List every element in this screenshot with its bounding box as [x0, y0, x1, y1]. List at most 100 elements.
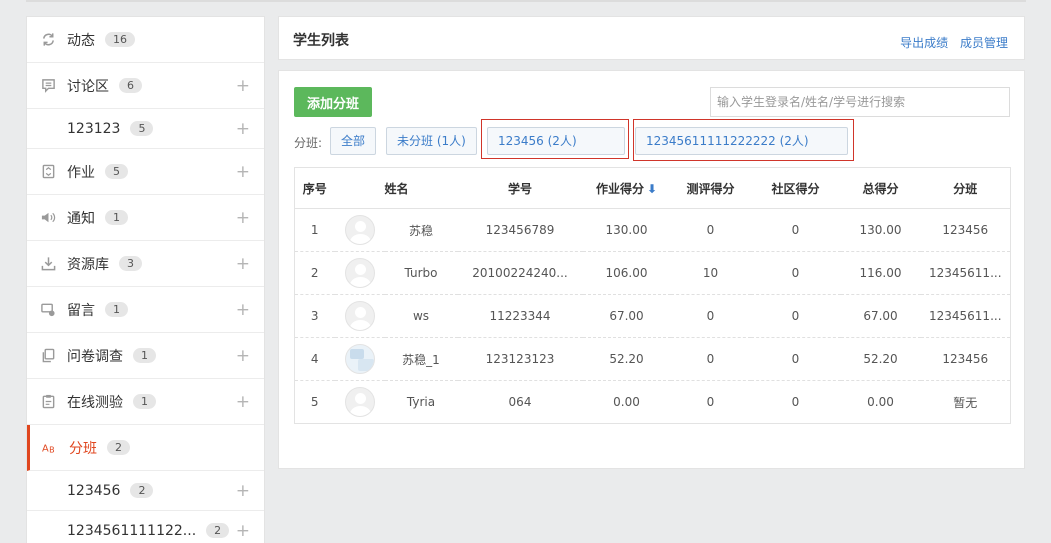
- cell-avatar: [335, 381, 385, 424]
- plus-icon[interactable]: +: [236, 482, 250, 500]
- sidebar-item-survey[interactable]: 问卷调查 1 +: [27, 333, 264, 379]
- cell-community: 0: [750, 337, 841, 381]
- cell-homework: 106.00: [582, 251, 671, 295]
- homework-icon: [40, 164, 56, 180]
- class-filter-unassigned[interactable]: 未分班 (1人): [386, 127, 477, 155]
- cell-total: 52.20: [840, 337, 921, 381]
- highlight-box: [633, 119, 854, 161]
- col-header-avatar: [334, 167, 385, 209]
- count-badge: 5: [130, 121, 154, 136]
- sidebar-item-activity[interactable]: 动态 16: [27, 17, 264, 63]
- member-management-link[interactable]: 成员管理: [960, 36, 1008, 50]
- col-header-eval: 测评得分: [670, 167, 751, 209]
- student-list-panel: 添加分班 分班: 全部 未分班 (1人) 123456 (2人) 1234561…: [278, 70, 1025, 469]
- sidebar-item-label: 作业: [67, 164, 95, 181]
- cell-community: 0: [791, 395, 800, 409]
- sidebar-item-homework[interactable]: 作业 5 +: [27, 149, 264, 195]
- cell-name: ws: [384, 294, 458, 338]
- plus-icon[interactable]: +: [236, 255, 250, 273]
- plus-icon[interactable]: +: [236, 393, 250, 411]
- cell-class: 12345611...: [920, 251, 1011, 295]
- cell-no: 5: [310, 395, 319, 409]
- col-header-class: 分班: [920, 167, 1011, 209]
- top-divider: [26, 0, 1026, 2]
- table-row[interactable]: 5 Tyria 064 0.00 0 0 0.00 暂无: [295, 381, 1011, 424]
- cell-total: 67.00: [840, 294, 921, 338]
- cell-name: 苏稳_1: [384, 337, 458, 381]
- cell-no: 1: [294, 208, 335, 252]
- cell-name: Turbo: [384, 251, 458, 295]
- megaphone-icon: [40, 210, 56, 226]
- cell-avatar: [334, 208, 385, 252]
- cell-class: 123456: [920, 208, 1011, 252]
- sort-down-icon[interactable]: ⬇: [647, 182, 657, 196]
- cell-homework: 130.00: [582, 208, 671, 252]
- plus-icon[interactable]: +: [236, 77, 250, 95]
- sidebar-item-label: 123123: [67, 120, 121, 137]
- table-row[interactable]: 3 ws 11223344 67.00 0 0 67.00 12345611..…: [294, 294, 1011, 338]
- table-row[interactable]: 1 苏稳 123456789 130.00 0 0 130.00 123456: [294, 208, 1011, 252]
- sidebar-subitem-123123[interactable]: 123123 5 +: [27, 109, 264, 149]
- page-title: 学生列表: [293, 33, 349, 49]
- sidebar-item-resources[interactable]: 资源库 3 +: [27, 241, 264, 287]
- col-header-homework[interactable]: 作业得分 ⬇: [582, 167, 671, 209]
- sidebar-item-label: 在线测验: [67, 394, 123, 411]
- col-header-community: 社区得分: [750, 167, 841, 209]
- cell-eval: 0: [670, 337, 751, 381]
- sidebar-item-quiz[interactable]: 在线测验 1 +: [27, 379, 264, 425]
- count-badge: 2: [130, 483, 154, 498]
- cell-id: 20100224240...: [457, 251, 583, 295]
- col-header-no: 序号: [294, 167, 335, 209]
- sidebar: 动态 16 讨论区 6 + 123123 5 + 作业 5 + 通知 1 + 资…: [26, 16, 265, 543]
- refresh-icon: [40, 32, 56, 48]
- svg-text:A: A: [42, 443, 49, 454]
- sidebar-item-discussion[interactable]: 讨论区 6 +: [27, 63, 264, 109]
- cell-homework: 0.00: [613, 395, 640, 409]
- col-header-name: 姓名: [384, 167, 458, 209]
- message-icon: [40, 302, 56, 318]
- sidebar-item-classes[interactable]: AB 分班 2: [27, 425, 264, 471]
- class-filter-all[interactable]: 全部: [330, 127, 377, 155]
- count-badge: 1: [105, 302, 128, 317]
- sidebar-item-label: 留言: [67, 302, 95, 319]
- sidebar-subitem-123456[interactable]: 123456 2 +: [27, 471, 264, 511]
- cell-community: 0: [750, 208, 841, 252]
- cell-avatar: [334, 337, 385, 381]
- cell-total: 116.00: [840, 251, 921, 295]
- student-table: 序号 姓名 学号 作业得分 ⬇ 测评得分 社区得分 总得分 分班 1 苏稳 123…: [294, 167, 1011, 424]
- plus-icon[interactable]: +: [236, 347, 250, 365]
- group-icon: AB: [42, 440, 58, 456]
- count-badge: 2: [206, 523, 230, 538]
- sidebar-subitem-12345611111222222[interactable]: 1234561111122... 2 +: [27, 511, 264, 543]
- export-grades-link[interactable]: 导出成绩: [900, 36, 948, 50]
- sidebar-item-label: 通知: [67, 210, 95, 227]
- cell-id: 11223344: [457, 294, 583, 338]
- col-header-homework-label: 作业得分: [595, 181, 644, 196]
- cell-total: 0.00: [867, 395, 894, 409]
- table-row[interactable]: 2 Turbo 20100224240... 106.00 10 0 116.0…: [294, 251, 1011, 295]
- sidebar-item-messages[interactable]: 留言 1 +: [27, 287, 264, 333]
- search-input[interactable]: [710, 87, 1010, 117]
- avatar: [344, 215, 375, 245]
- plus-icon[interactable]: +: [236, 163, 250, 181]
- col-header-total: 总得分: [840, 167, 921, 209]
- plus-icon[interactable]: +: [236, 209, 250, 227]
- header-links: 导出成绩 成员管理: [892, 34, 1008, 51]
- sidebar-item-label: 1234561111122...: [67, 522, 197, 539]
- plus-icon[interactable]: +: [236, 301, 250, 319]
- sidebar-item-label: 资源库: [67, 256, 109, 273]
- cell-name: Tyria: [406, 395, 436, 409]
- survey-icon: [40, 348, 56, 364]
- plus-icon[interactable]: +: [236, 120, 250, 138]
- cell-eval: 0: [706, 395, 715, 409]
- plus-icon[interactable]: +: [236, 522, 250, 540]
- avatar: [344, 258, 375, 288]
- sidebar-item-notice[interactable]: 通知 1 +: [27, 195, 264, 241]
- download-icon: [40, 256, 56, 272]
- cell-class: 123456: [920, 337, 1011, 381]
- col-header-id: 学号: [457, 167, 583, 209]
- avatar: [344, 344, 375, 374]
- cell-homework: 67.00: [582, 294, 671, 338]
- table-row[interactable]: 4 苏稳_1 123123123 52.20 0 0 52.20 123456: [294, 337, 1011, 381]
- add-class-button[interactable]: 添加分班: [294, 87, 372, 117]
